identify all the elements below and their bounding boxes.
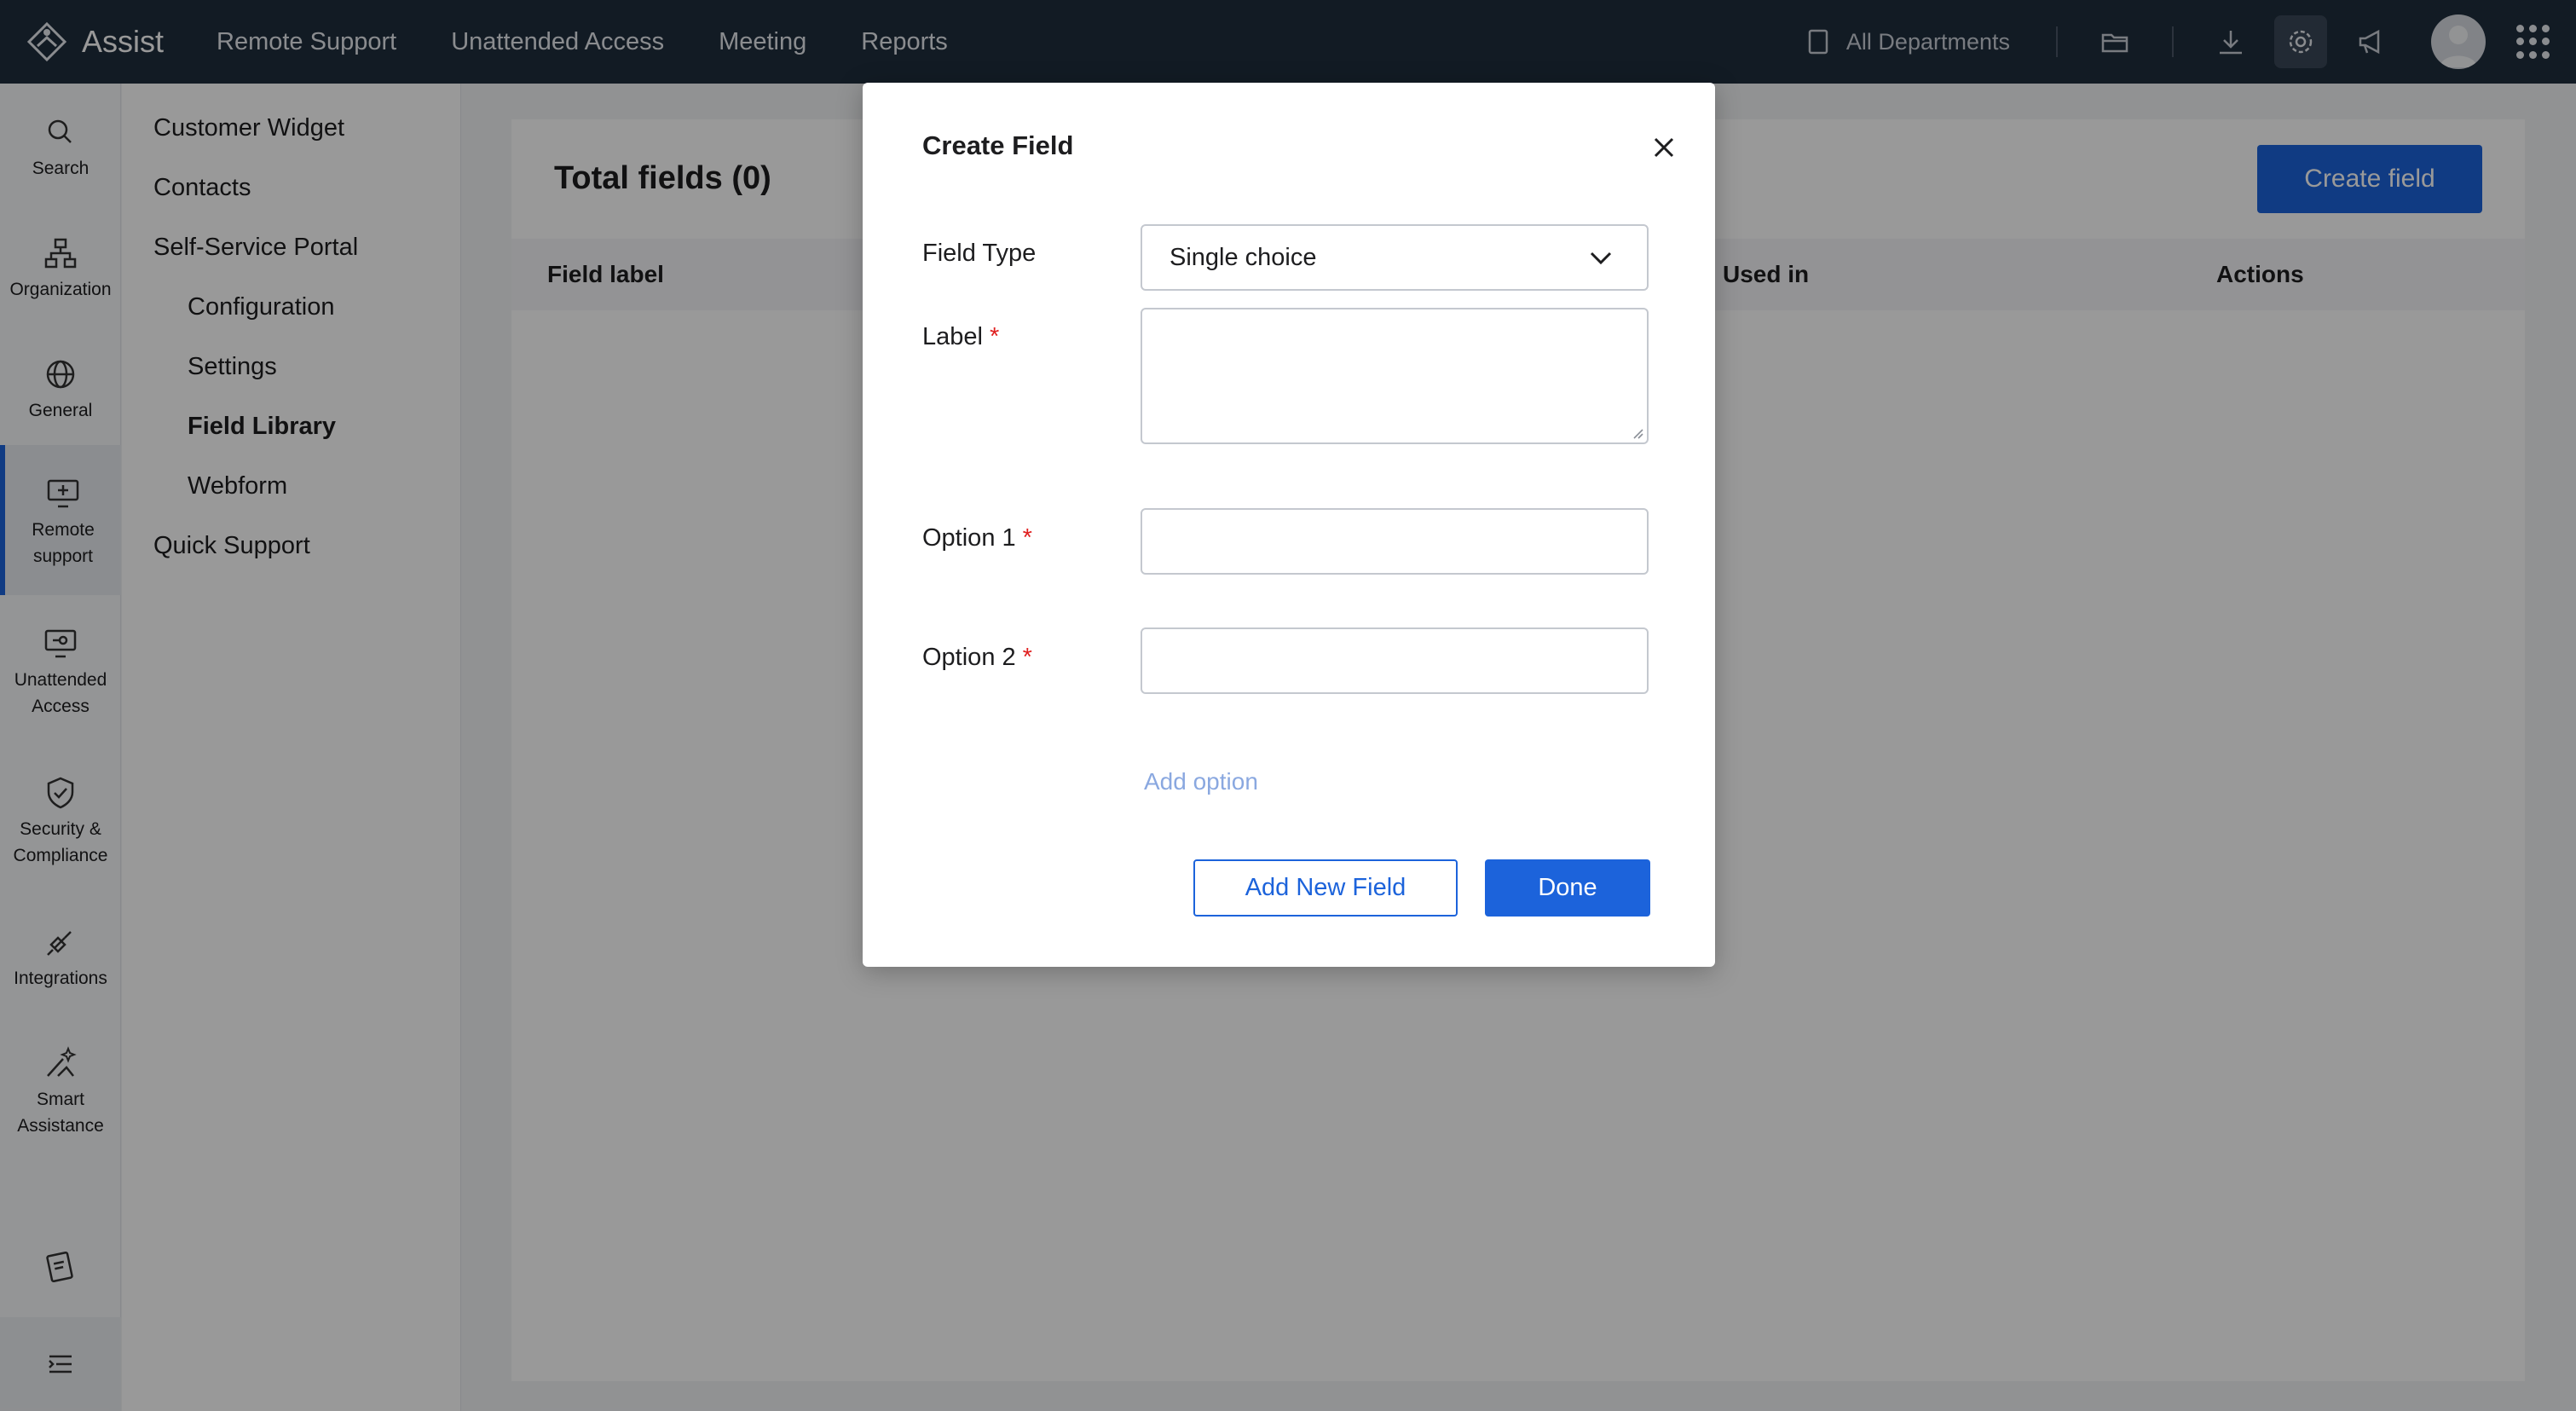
- option-2-input[interactable]: [1141, 627, 1649, 694]
- required-mark: *: [1022, 644, 1032, 671]
- dialog-title: Create Field: [922, 130, 1074, 160]
- required-mark: *: [1022, 524, 1032, 552]
- label-field-label: Label *: [922, 323, 1000, 350]
- option-1-input[interactable]: [1141, 508, 1649, 575]
- label-textarea[interactable]: [1141, 308, 1649, 444]
- create-field-dialog: Create Field Field Type Single choice La…: [863, 83, 1715, 967]
- done-button[interactable]: Done: [1485, 859, 1650, 917]
- add-option-link[interactable]: Add option: [1144, 768, 1258, 795]
- add-new-field-button[interactable]: Add New Field: [1193, 859, 1458, 917]
- resize-handle-icon[interactable]: [1630, 425, 1643, 439]
- option-1-label: Option 1 *: [922, 524, 1032, 552]
- field-type-select[interactable]: Single choice: [1141, 224, 1649, 291]
- close-icon[interactable]: [1649, 132, 1679, 163]
- chevron-down-icon: [1590, 252, 1612, 265]
- required-mark: *: [989, 323, 1000, 350]
- field-type-label: Field Type: [922, 240, 1037, 267]
- option-2-label: Option 2 *: [922, 644, 1032, 671]
- field-type-value: Single choice: [1170, 243, 1317, 271]
